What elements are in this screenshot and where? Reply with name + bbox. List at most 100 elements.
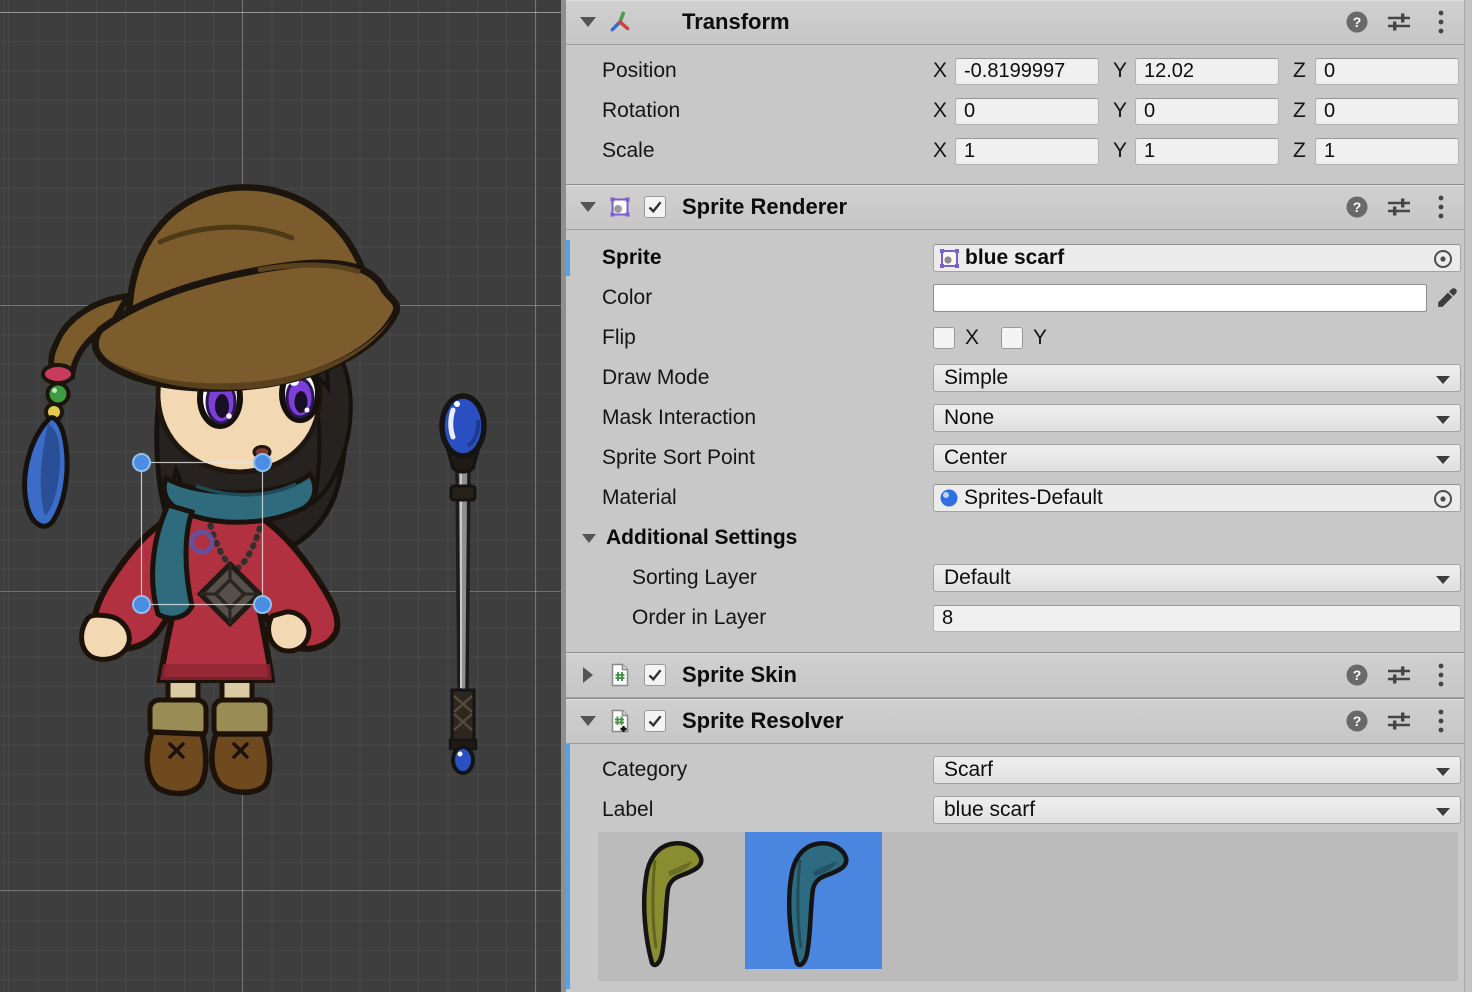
rotation-x-field[interactable]: 0 — [955, 98, 1099, 125]
sprite-renderer-icon — [608, 195, 632, 219]
component-enabled-checkbox[interactable] — [644, 710, 666, 732]
axis-z-label: Z — [1293, 59, 1315, 83]
kebab-menu-icon[interactable] — [1428, 662, 1454, 688]
presets-icon[interactable] — [1386, 194, 1412, 220]
sorting-layer-dropdown[interactable]: Default — [933, 564, 1461, 592]
sprite-row: Sprite blue scarf — [566, 238, 1464, 278]
scale-x-field[interactable]: 1 — [955, 138, 1099, 165]
position-z-field[interactable]: 0 — [1315, 58, 1459, 85]
sprite-skin-header[interactable]: Sprite Skin ? — [566, 653, 1464, 698]
scale-z-field[interactable]: 1 — [1315, 138, 1459, 165]
sprite-label: Sprite — [602, 246, 933, 270]
inspector-scrollbar[interactable] — [1464, 0, 1472, 992]
help-icon[interactable]: ? — [1344, 662, 1370, 688]
axis-z-label: Z — [1293, 99, 1315, 123]
color-swatch[interactable] — [933, 284, 1427, 312]
chevron-down-icon — [1436, 416, 1450, 424]
dropdown-value: Default — [944, 566, 1011, 590]
component-enabled-checkbox[interactable] — [644, 664, 666, 686]
component-enabled-checkbox[interactable] — [644, 196, 666, 218]
script-plus-icon — [608, 709, 632, 733]
sprite-resolver-header[interactable]: Sprite Resolver ? — [566, 699, 1464, 744]
object-picker-icon[interactable] — [1432, 488, 1454, 510]
draw-mode-row: Draw Mode Simple — [566, 358, 1464, 398]
material-row: Material Sprites-Default — [566, 478, 1464, 518]
selection-handle[interactable] — [254, 454, 271, 471]
foldout-arrow-icon[interactable] — [580, 17, 596, 27]
chevron-down-icon — [1436, 768, 1450, 776]
order-in-layer-field[interactable]: 8 — [933, 605, 1461, 632]
sprite-sort-point-dropdown[interactable]: Center — [933, 444, 1461, 472]
script-icon — [608, 663, 632, 687]
component-title: Transform — [682, 9, 790, 35]
material-label: Material — [602, 486, 933, 510]
label-row: Label blue scarf — [566, 790, 1464, 830]
transform-icon — [608, 10, 632, 34]
color-row: Color — [566, 278, 1464, 318]
transform-header[interactable]: Transform ? — [566, 0, 1464, 45]
chevron-down-icon — [1436, 808, 1450, 816]
kebab-menu-icon[interactable] — [1428, 194, 1454, 220]
eyedropper-icon[interactable] — [1434, 285, 1460, 311]
sprite-object-field[interactable]: blue scarf — [933, 244, 1461, 272]
sprite-thumbnail-icon — [938, 247, 961, 270]
kebab-menu-icon[interactable] — [1428, 708, 1454, 734]
mask-interaction-dropdown[interactable]: None — [933, 404, 1461, 432]
material-value: Sprites-Default — [964, 486, 1103, 510]
category-label: Category — [602, 758, 933, 782]
rotation-label: Rotation — [602, 99, 933, 123]
selection-handle[interactable] — [133, 596, 150, 613]
blue-scarf-thumbnail[interactable] — [745, 832, 882, 969]
help-icon[interactable]: ? — [1344, 9, 1370, 35]
sprite-resolver-component: Sprite Resolver ? Category — [566, 698, 1464, 992]
label-dropdown[interactable]: blue scarf — [933, 796, 1461, 824]
kebab-menu-icon[interactable] — [1428, 9, 1454, 35]
object-picker-icon[interactable] — [1432, 248, 1454, 270]
category-row: Category Scarf — [566, 750, 1464, 790]
svg-text:?: ? — [1353, 14, 1362, 30]
rotation-y-field[interactable]: 0 — [1135, 98, 1279, 125]
green-scarf-thumbnail[interactable] — [600, 832, 737, 969]
additional-settings-row[interactable]: Additional Settings — [566, 518, 1464, 558]
category-dropdown[interactable]: Scarf — [933, 756, 1461, 784]
staff-sprite[interactable] — [442, 396, 484, 773]
character-sprite[interactable] — [25, 187, 397, 793]
axis-x-label: X — [933, 99, 955, 123]
scene-view[interactable] — [0, 0, 561, 992]
unity-editor-window: Transform ? Position X -0 — [0, 0, 1472, 992]
sprite-value: blue scarf — [965, 246, 1064, 270]
chevron-down-icon — [1436, 376, 1450, 384]
foldout-arrow-icon[interactable] — [580, 716, 596, 726]
selection-handle[interactable] — [133, 454, 150, 471]
presets-icon[interactable] — [1386, 708, 1412, 734]
dropdown-value: Simple — [944, 366, 1008, 390]
flip-x-label: X — [965, 326, 979, 350]
dropdown-value: None — [944, 406, 994, 430]
flip-y-checkbox[interactable] — [1001, 327, 1023, 349]
component-title: Sprite Renderer — [682, 194, 847, 220]
flip-y-label: Y — [1033, 326, 1047, 350]
foldout-arrow-icon[interactable] — [583, 667, 593, 683]
axis-x-label: X — [933, 139, 955, 163]
axis-x-label: X — [933, 59, 955, 83]
sprite-skin-component: Sprite Skin ? — [566, 652, 1464, 698]
help-icon[interactable]: ? — [1344, 708, 1370, 734]
presets-icon[interactable] — [1386, 9, 1412, 35]
foldout-arrow-icon[interactable] — [580, 202, 596, 212]
position-x-field[interactable]: -0.8199997 — [955, 58, 1099, 85]
foldout-arrow-icon[interactable] — [582, 534, 596, 543]
flip-row: Flip X Y — [566, 318, 1464, 358]
axis-y-label: Y — [1113, 99, 1135, 123]
presets-icon[interactable] — [1386, 662, 1412, 688]
selection-handle[interactable] — [254, 596, 271, 613]
rotation-z-field[interactable]: 0 — [1315, 98, 1459, 125]
material-sphere-icon — [938, 487, 960, 509]
flip-x-checkbox[interactable] — [933, 327, 955, 349]
material-object-field[interactable]: Sprites-Default — [933, 484, 1461, 512]
scale-y-field[interactable]: 1 — [1135, 138, 1279, 165]
draw-mode-dropdown[interactable]: Simple — [933, 364, 1461, 392]
sorting-layer-row: Sorting Layer Default — [566, 558, 1464, 598]
help-icon[interactable]: ? — [1344, 194, 1370, 220]
position-y-field[interactable]: 12.02 — [1135, 58, 1279, 85]
sprite-renderer-header[interactable]: Sprite Renderer ? — [566, 185, 1464, 230]
